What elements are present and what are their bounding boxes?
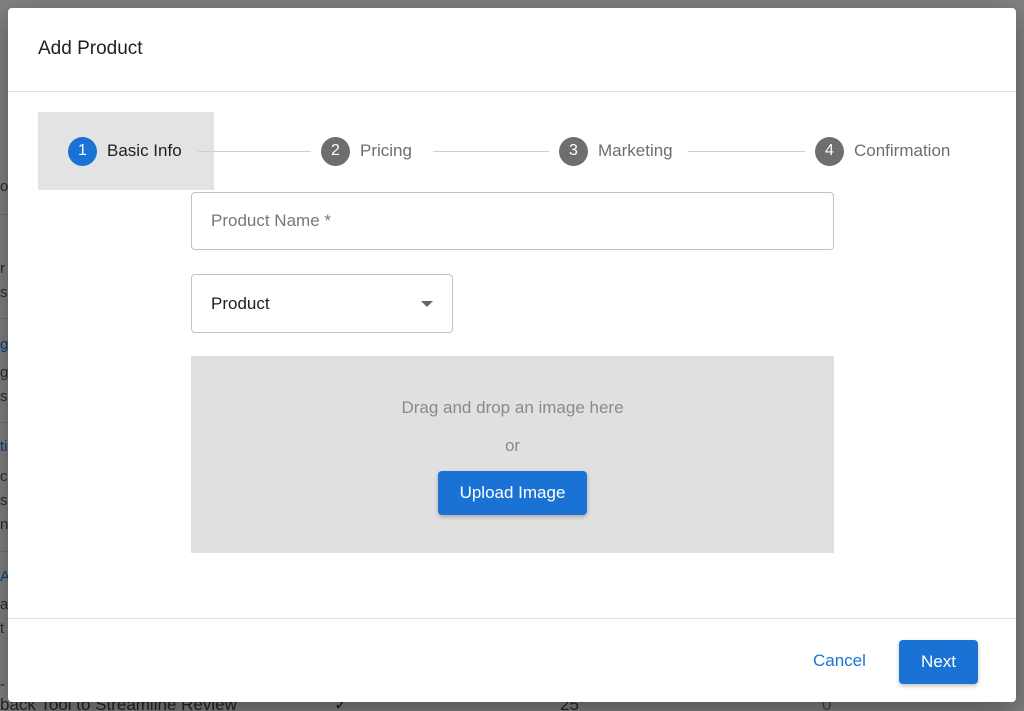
product-type-value: Product bbox=[211, 293, 270, 313]
cancel-button[interactable]: Cancel bbox=[813, 651, 866, 671]
dialog-footer: Cancel Next bbox=[8, 618, 1016, 702]
background-text-fragment: c bbox=[0, 468, 8, 485]
product-name-field[interactable] bbox=[191, 192, 834, 250]
image-dropzone[interactable]: Drag and drop an image here or Upload Im… bbox=[191, 356, 834, 553]
step-number: 2 bbox=[321, 136, 350, 166]
product-name-input[interactable] bbox=[211, 211, 814, 231]
step-label: Basic Info bbox=[107, 141, 182, 160]
step-basic-info[interactable]: 1 Basic Info bbox=[38, 112, 214, 190]
next-button[interactable]: Next bbox=[899, 640, 978, 684]
step-pricing[interactable]: 2 Pricing bbox=[321, 112, 412, 190]
step-connector bbox=[198, 151, 311, 152]
background-text-fragment: s bbox=[0, 492, 8, 509]
background-link-fragment[interactable]: ti bbox=[0, 438, 8, 455]
chevron-down-icon bbox=[421, 300, 433, 307]
step-number: 4 bbox=[815, 136, 844, 166]
step-confirmation[interactable]: 4 Confirmation bbox=[815, 112, 950, 190]
upload-image-button[interactable]: Upload Image bbox=[438, 471, 587, 515]
dropzone-or: or bbox=[504, 436, 521, 455]
step-connector bbox=[433, 151, 549, 152]
step-number: 1 bbox=[68, 136, 97, 166]
background-text-fragment: s bbox=[0, 284, 8, 301]
background-text-fragment: t bbox=[0, 620, 5, 637]
background-text-fragment: - bbox=[0, 676, 5, 693]
step-marketing[interactable]: 3 Marketing bbox=[559, 112, 673, 190]
add-product-dialog: Add Product 1 Basic Info 2 Pricing 3 Mar… bbox=[8, 8, 1016, 702]
stepper: 1 Basic Info 2 Pricing 3 Marketing 4 Con… bbox=[38, 112, 958, 190]
background-text-fragment: s bbox=[0, 388, 8, 405]
dialog-title: Add Product bbox=[38, 38, 143, 59]
step-label: Confirmation bbox=[854, 141, 951, 160]
dropzone-prompt: Drag and drop an image here bbox=[401, 398, 624, 417]
step-label: Pricing bbox=[360, 141, 412, 160]
step-connector bbox=[688, 151, 805, 152]
product-type-select[interactable]: Product bbox=[191, 274, 453, 333]
step-label: Marketing bbox=[598, 141, 673, 160]
dialog-header: Add Product bbox=[8, 8, 1016, 92]
step-number: 3 bbox=[559, 136, 588, 166]
background-text-fragment: r bbox=[0, 260, 5, 277]
